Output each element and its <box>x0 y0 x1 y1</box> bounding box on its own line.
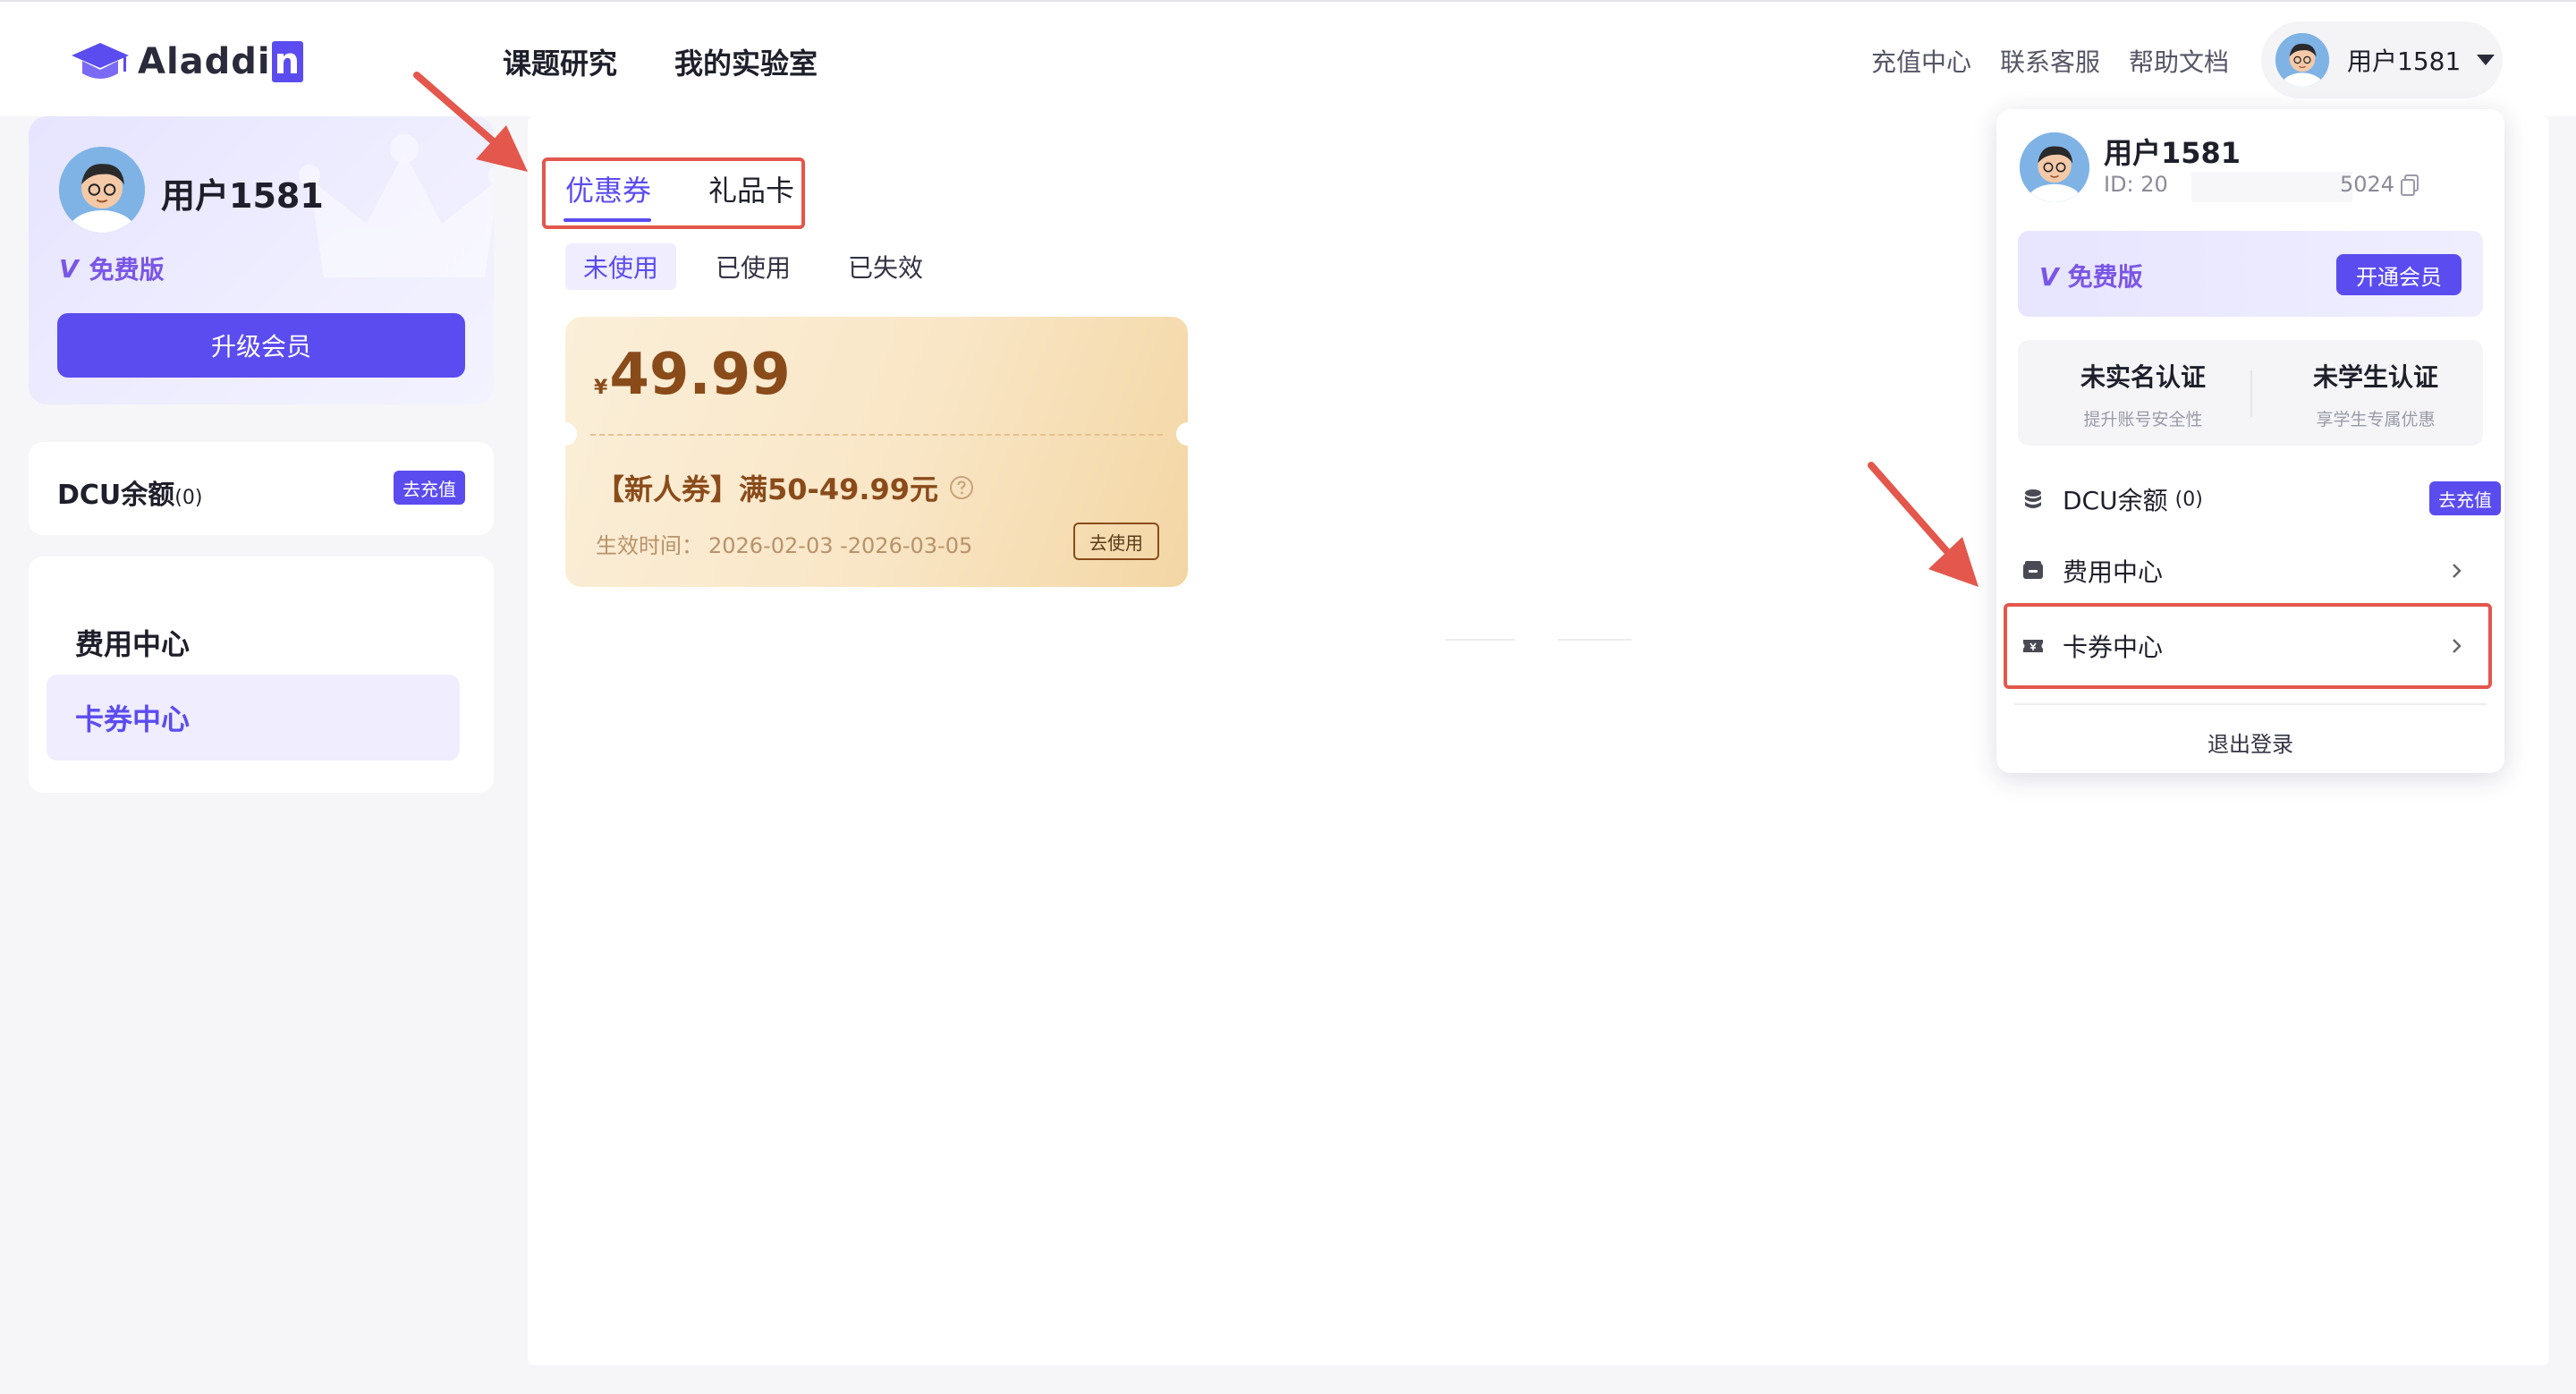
coupon-notch <box>1176 422 1199 446</box>
member-name: 用户1581 <box>161 176 324 216</box>
validity-dates: 2026-02-03 -2026-03-05 <box>708 533 973 558</box>
verification-panel: 未实名认证 提升账号安全性 未学生认证 享学生专属优惠 <box>2018 340 2483 446</box>
avatar <box>2275 33 2329 87</box>
user-id-suffix: 5024 <box>2340 172 2395 197</box>
sidebar-item-billing[interactable]: 费用中心 <box>47 599 460 685</box>
dropdown-member-level: V 免费版 <box>2039 258 2143 293</box>
divider <box>2250 370 2252 417</box>
logout-button[interactable]: 退出登录 <box>1996 727 2504 758</box>
coupon-notch <box>554 422 577 446</box>
validity-label: 生效时间： <box>596 533 703 558</box>
subtab-unused[interactable]: 未使用 <box>565 243 676 290</box>
real-name-title: 未实名认证 <box>2080 362 2206 392</box>
graduation-cap-icon <box>72 43 129 79</box>
nav-my-lab[interactable]: 我的实验室 <box>674 41 818 82</box>
user-menu-trigger[interactable]: 用户1581 <box>2261 21 2503 98</box>
divider <box>2014 703 2487 705</box>
avatar <box>2020 132 2089 202</box>
chevron-right-icon <box>2453 564 2462 578</box>
nav-research[interactable]: 课题研究 <box>503 41 617 82</box>
dcu-count: (0) <box>174 487 203 509</box>
coupon-card: ¥ 49.99 【新人券】满50-49.99元 生效时间： 2026-02-03 … <box>554 317 1199 587</box>
user-id-prefix: ID: 20 <box>2104 172 2168 197</box>
copy-icon[interactable] <box>2399 174 2420 197</box>
question-circle-icon[interactable] <box>949 475 974 500</box>
loading-indicator <box>1445 639 1515 641</box>
student-title: 未学生认证 <box>2312 362 2438 392</box>
dropdown-level-label: 免费版 <box>2067 262 2143 292</box>
link-customer-service[interactable]: 联系客服 <box>2000 43 2100 79</box>
dropdown-recharge-button[interactable]: 去充值 <box>2429 481 2501 515</box>
redacted-region <box>2191 172 2352 202</box>
coupon-title-text: 【新人券】满50-49.99元 <box>596 472 939 506</box>
student-verification[interactable]: 未学生认证 享学生专属优惠 <box>2268 358 2483 430</box>
crown-icon <box>299 134 494 277</box>
currency-symbol: ¥ <box>594 377 608 399</box>
sidebar-menu: 费用中心 卡券中心 <box>29 557 494 793</box>
dcu-label: DCU余额 <box>57 480 175 511</box>
subtab-expired[interactable]: 已失效 <box>848 243 923 290</box>
subtab-used[interactable]: 已使用 <box>716 243 791 290</box>
recharge-button[interactable]: 去充值 <box>394 471 465 505</box>
top-header: Aladdi n 课题研究 我的实验室 充值中心 联系客服 帮助文档 用户1581 <box>0 0 2576 116</box>
vip-mark-icon: V <box>59 253 79 284</box>
user-name: 用户1581 <box>2347 47 2462 76</box>
dropdown-user-name: 用户1581 <box>2104 136 2241 170</box>
user-id: ID: 20 5024 <box>2104 172 2458 202</box>
logo-text: Aladdi n <box>138 41 304 82</box>
dropdown-dcu-balance: DCU余额 (0) 去充值 <box>2021 472 2501 526</box>
coupon-amount: 49.99 <box>609 342 791 408</box>
avatar <box>59 147 145 233</box>
annotation-highlight-tabs <box>542 157 805 229</box>
dropdown-dcu-label: DCU余额 <box>2063 486 2168 515</box>
member-level: V 免费版 <box>59 251 165 286</box>
dropdown-item-billing[interactable]: 费用中心 <box>2021 544 2479 598</box>
dcu-balance-card: DCU余额(0) 去充值 <box>29 442 494 535</box>
sidebar-item-coupons[interactable]: 卡券中心 <box>47 675 460 761</box>
coupon-price: ¥ 49.99 <box>594 342 791 408</box>
dcu-balance: DCU余额(0) <box>57 472 202 512</box>
real-name-subtitle: 提升账号安全性 <box>2083 410 2203 429</box>
coupon-divider <box>590 434 1163 436</box>
dropdown-member-card: V 免费版 开通会员 <box>2018 231 2483 317</box>
upgrade-member-button[interactable]: 升级会员 <box>57 313 465 378</box>
link-help-docs[interactable]: 帮助文档 <box>2129 43 2229 79</box>
vip-mark-icon: V <box>2039 262 2059 292</box>
coin-stack-icon <box>2025 489 2041 508</box>
loading-indicator <box>1558 639 1631 641</box>
dropdown-dcu-count: (0) <box>2174 488 2203 511</box>
logo[interactable]: Aladdi n <box>70 36 304 88</box>
caret-down-icon <box>2477 55 2496 65</box>
member-card: 用户1581 V 免费版 升级会员 <box>29 116 494 404</box>
wallet-icon <box>2023 561 2043 579</box>
dropdown-billing-label: 费用中心 <box>2063 557 2164 587</box>
coupon-title: 【新人券】满50-49.99元 <box>596 467 974 508</box>
use-coupon-button[interactable]: 去使用 <box>1073 523 1159 560</box>
link-recharge-center[interactable]: 充值中心 <box>1871 43 1971 79</box>
student-subtitle: 享学生专属优惠 <box>2316 410 2436 429</box>
member-level-label: 免费版 <box>89 255 165 285</box>
coupon-validity: 生效时间： 2026-02-03 -2026-03-05 <box>596 528 972 559</box>
open-membership-button[interactable]: 开通会员 <box>2336 254 2462 295</box>
real-name-verification[interactable]: 未实名认证 提升账号安全性 <box>2036 358 2250 430</box>
annotation-highlight-coupon-center <box>2004 603 2492 689</box>
